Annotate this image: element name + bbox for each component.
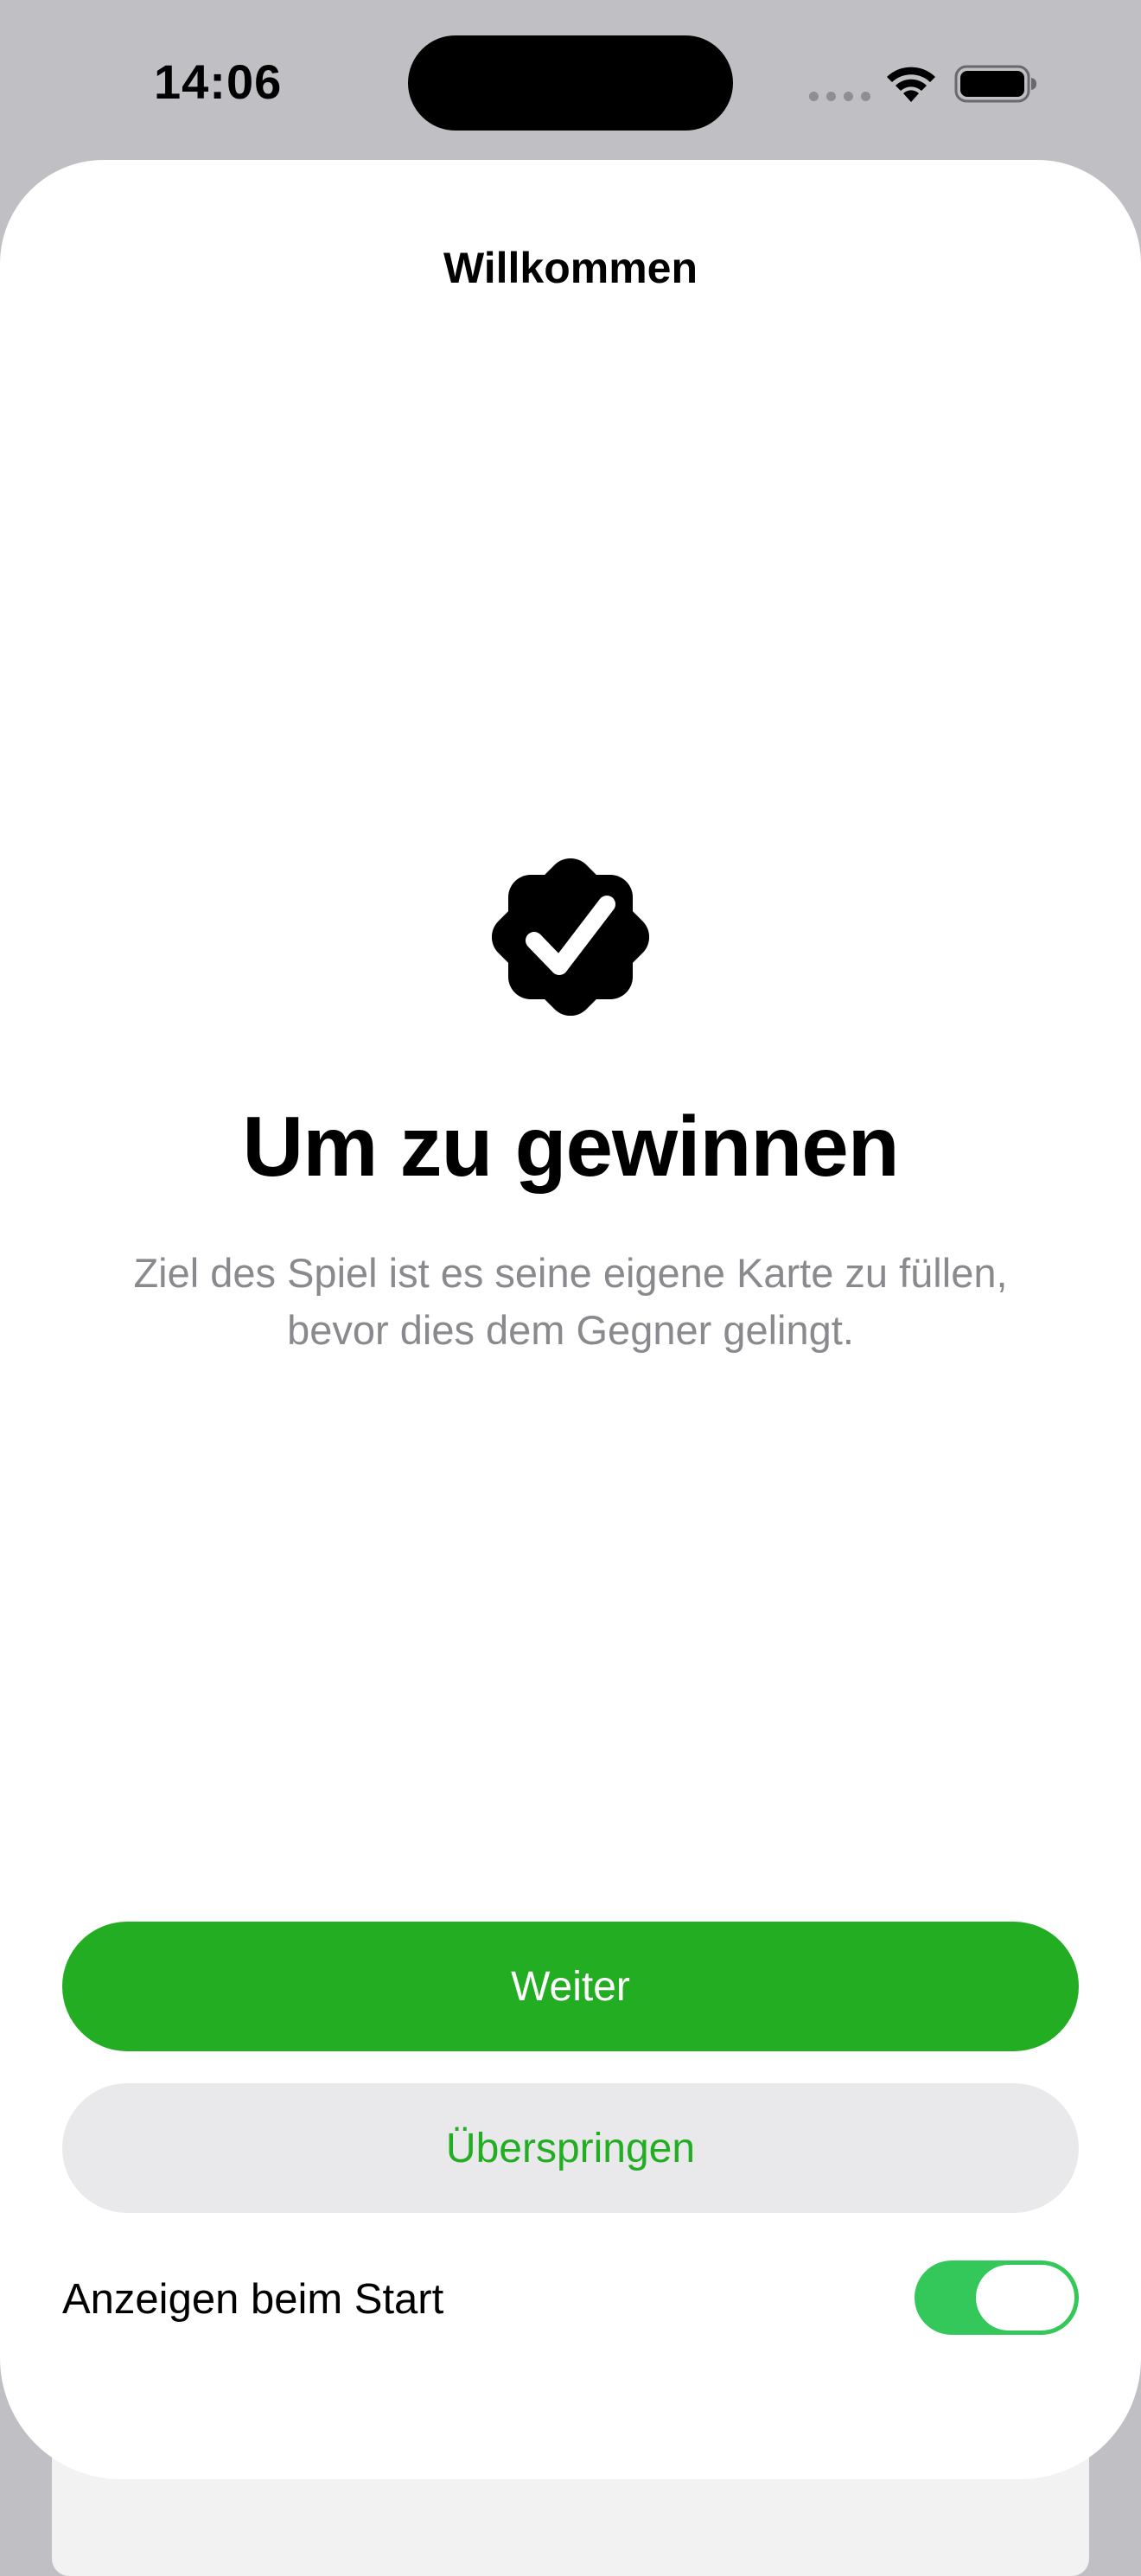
toggle-knob	[976, 2265, 1074, 2331]
onboarding-sheet: Willkommen Um zu gewinnen Ziel des Spiel…	[0, 160, 1141, 2479]
description-text: Ziel des Spiel ist es seine eigene Karte…	[133, 1250, 1008, 1353]
headline: Um zu gewinnen	[242, 1099, 899, 1194]
show-on-start-toggle[interactable]	[915, 2260, 1079, 2335]
cellular-signal-icon	[809, 92, 870, 101]
status-bar: 14:06	[0, 0, 1141, 160]
skip-button[interactable]: Überspringen	[62, 2083, 1079, 2213]
dynamic-island	[408, 35, 733, 131]
next-button[interactable]: Weiter	[62, 1922, 1079, 2051]
checkmark-seal-icon	[491, 858, 650, 1017]
wifi-icon	[887, 67, 935, 102]
show-on-start-label: Anzeigen beim Start	[62, 2276, 444, 2323]
status-time: 14:06	[154, 54, 283, 109]
sheet-title: Willkommen	[443, 244, 698, 292]
show-on-start-row: Anzeigen beim Start	[62, 2256, 1079, 2343]
battery-icon	[954, 65, 1036, 103]
